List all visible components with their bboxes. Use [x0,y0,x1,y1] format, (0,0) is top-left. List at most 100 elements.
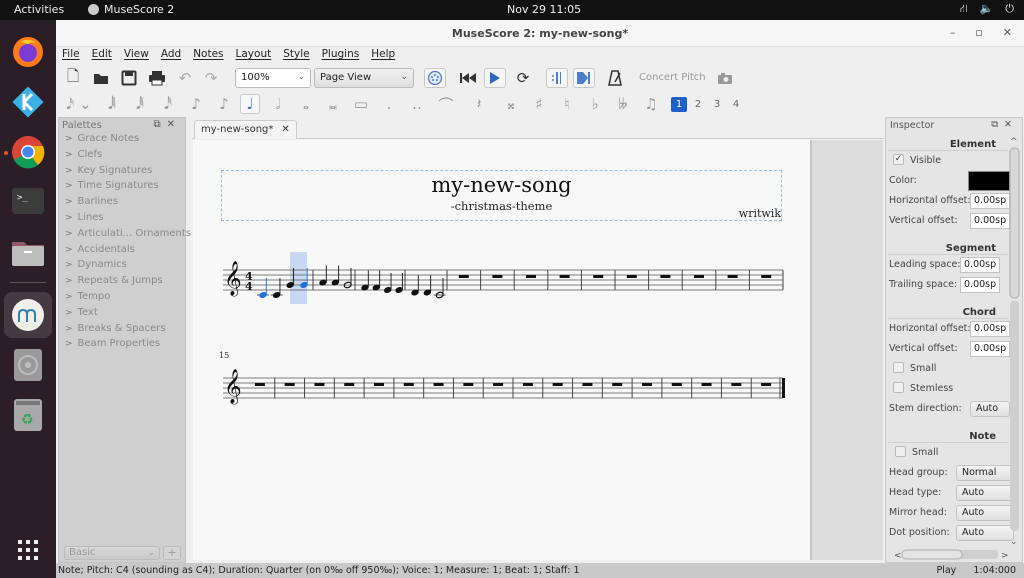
duration-half-icon[interactable]: 𝅗𝅥 [268,94,288,114]
network-icon[interactable]: ⛙ [960,2,968,17]
whole-rest[interactable] [701,383,712,386]
palette-item[interactable]: > Repeats & Jumps [59,275,185,291]
chord-h-offset-input[interactable]: 0.00sp [970,321,1010,337]
duration-longa-icon[interactable]: ▭ [351,94,371,114]
apps-grid-icon[interactable] [10,532,46,568]
whole-rest[interactable] [492,275,503,278]
redo-icon[interactable]: ↷ [200,68,222,88]
whole-rest[interactable] [559,275,570,278]
palette-item[interactable]: > Barlines [59,196,185,212]
stem-direction-select[interactable]: Auto [970,401,1010,417]
tie-icon[interactable]: ⌒ [436,94,456,114]
whole-rest[interactable] [642,383,652,386]
disc-icon[interactable] [10,347,46,383]
whole-rest[interactable] [612,383,623,386]
duration-64th-icon[interactable]: 𝅘𝅥𝅲 [102,94,122,114]
activities-button[interactable]: Activities [14,3,64,16]
chrome-icon[interactable] [10,134,46,170]
score-composer[interactable]: writwik [739,207,781,220]
save-icon[interactable] [118,68,140,88]
firefox-icon[interactable] [10,34,46,70]
visible-checkbox[interactable]: ✓ [893,154,904,165]
menu-layout[interactable]: Layout [236,48,272,64]
dot-position-select[interactable]: Auto [956,525,1014,541]
minimize-button[interactable]: – [950,26,956,39]
undo-icon[interactable]: ↶ [174,68,196,88]
whole-rest[interactable] [403,383,414,386]
musescore-icon[interactable] [10,297,46,333]
whole-rest[interactable] [254,383,265,386]
flip-direction-icon[interactable]: ♫ [641,94,661,114]
score-subtitle[interactable]: -christmas-theme [222,199,781,213]
kodi-icon[interactable] [10,84,46,120]
whole-rest[interactable] [593,275,604,278]
title-frame[interactable]: my-new-song -christmas-theme writwik [221,170,782,221]
close-tab-icon[interactable]: ✕ [281,124,289,135]
leading-space-input[interactable]: 0.00sp [960,257,1000,273]
menu-edit[interactable]: Edit [92,48,112,64]
duration-whole-icon[interactable]: 𝅝 [296,94,316,114]
score-tab[interactable]: my-new-song* ✕ [194,120,297,139]
duration-32nd-icon[interactable]: 𝅘𝅥𝅱 [130,94,150,114]
color-swatch[interactable] [968,171,1010,191]
chord-v-offset-input[interactable]: 0.00sp [970,341,1010,357]
menu-plugins[interactable]: Plugins [322,48,360,64]
palette-item[interactable]: > Articulati... Ornaments [59,228,191,244]
concert-pitch-toggle[interactable]: Concert Pitch [639,72,706,83]
whole-rest[interactable] [284,383,295,386]
whole-rest[interactable] [761,383,772,386]
terminal-icon[interactable]: >_ [10,184,46,220]
loop-in-icon[interactable] [546,68,568,88]
whole-rest[interactable] [731,383,742,386]
chord-small-checkbox[interactable] [893,362,904,373]
loop-icon[interactable]: ⟳ [512,68,534,88]
menu-add[interactable]: Add [161,48,181,64]
whole-rest[interactable] [582,383,593,386]
menu-notes[interactable]: Notes [193,48,223,64]
palette-item[interactable]: > Text [59,307,185,323]
rest-icon[interactable]: 𝄽 [469,94,489,114]
whole-rest[interactable] [374,383,384,386]
camera-icon[interactable] [714,68,736,88]
whole-rest[interactable] [660,275,671,278]
score-canvas[interactable]: my-new-song -christmas-theme writwik 𝄞 4 4… [193,140,883,560]
duration-quarter-icon[interactable]: ♩ [240,94,260,114]
menu-style[interactable]: Style [283,48,309,64]
palette-item[interactable]: > Time Signatures [59,180,185,196]
duration-8th-icon[interactable]: ♪ [186,94,206,114]
double-flat-icon[interactable]: 𝄫 [613,94,633,114]
zoom-select[interactable]: 100% ⌄ [235,68,311,88]
inspector-vertical-scrollbar[interactable]: ^ ⌄ [1009,136,1020,546]
clock[interactable]: Nov 29 11:05 [507,3,581,16]
loop-out-icon[interactable] [573,68,595,88]
palette-item[interactable]: > Beam Properties [59,338,185,354]
inspector-horizontal-scrollbar[interactable]: < > [894,549,1008,560]
head-group-select[interactable]: Normal [956,465,1014,481]
undock-icon[interactable]: ⧉ [153,119,166,130]
view-mode-select[interactable]: Page View ⌄ [314,68,414,88]
sharp-icon[interactable]: ♯ [529,94,549,114]
score-page[interactable]: my-new-song -christmas-theme writwik 𝄞 4 4… [193,140,812,560]
natural-icon[interactable]: ♮ [557,94,577,114]
duration-8th-alt-icon[interactable]: ♪ [214,94,234,114]
double-sharp-icon[interactable]: 𝄪 [501,94,521,114]
whole-rest[interactable] [493,383,504,386]
whole-rest[interactable] [626,275,637,278]
voice-3-button[interactable]: 3 [709,97,725,112]
palette-item[interactable]: > Key Signatures [59,165,185,181]
flat-icon[interactable]: ♭ [585,94,605,114]
whole-rest[interactable] [761,275,772,278]
palette-item[interactable]: > Accidentals [59,244,185,260]
palette-item[interactable]: > Grace Notes [59,133,185,149]
whole-rest[interactable] [522,383,533,386]
h-offset-input[interactable]: 0.00sp [970,193,1010,209]
print-icon[interactable] [146,68,168,88]
add-workspace-button[interactable]: + [163,546,181,560]
palette-item[interactable]: > Breaks & Spacers [59,323,185,339]
new-score-icon[interactable]: 🗋 [62,67,84,88]
whole-rest[interactable] [463,383,474,386]
note-small-checkbox[interactable] [895,446,906,457]
whole-rest[interactable] [314,383,325,386]
mirror-head-select[interactable]: Auto [956,505,1014,521]
undock-icon[interactable]: ⧉ [991,119,1004,130]
